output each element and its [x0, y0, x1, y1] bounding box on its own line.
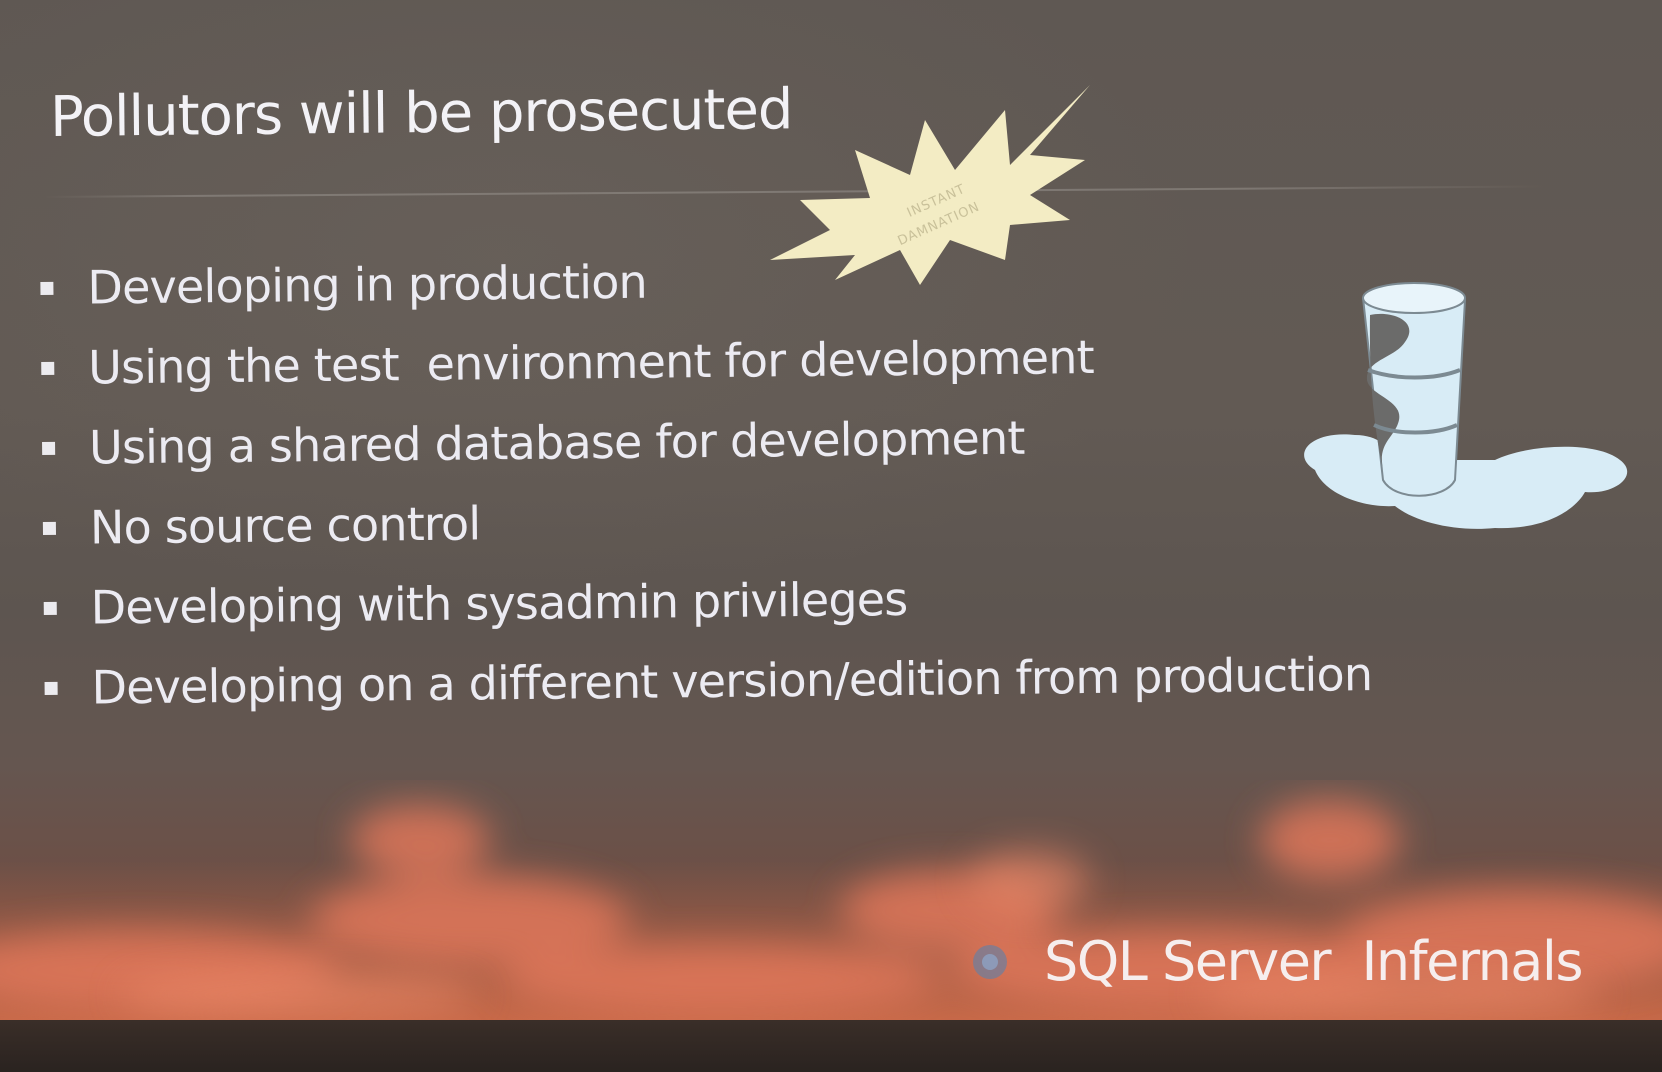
- bullet-text: Using the test environment for developme…: [87, 329, 1095, 395]
- brand-logo-icon: [973, 944, 1007, 979]
- spilled-barrel-icon: [1304, 282, 1628, 529]
- square-bullet-icon: [40, 281, 54, 295]
- square-bullet-icon: [41, 361, 55, 375]
- list-item: Developing with sysadmin privileges: [43, 554, 1371, 648]
- square-bullet-icon: [44, 681, 58, 695]
- bullet-list: Developing in production Using the test …: [40, 234, 1373, 728]
- square-bullet-icon: [43, 601, 57, 615]
- square-bullet-icon: [42, 441, 56, 455]
- list-item: No source control: [42, 474, 1371, 568]
- bullet-text: Developing with sysadmin privileges: [90, 571, 908, 635]
- screen-bottom-edge: [0, 1020, 1662, 1072]
- slide-title: Pollutors will be prosecuted: [49, 77, 793, 150]
- bullet-text: Developing on a different version/editio…: [91, 647, 1373, 715]
- list-item: Using a shared database for development: [42, 394, 1370, 488]
- list-item: Developing on a different version/editio…: [44, 634, 1372, 728]
- bullet-text: Developing in production: [87, 254, 648, 315]
- brand-footer: SQL Server Infernals: [970, 930, 1584, 993]
- bullet-text: No source control: [89, 496, 481, 555]
- brand-name: SQL Server Infernals: [1044, 930, 1584, 993]
- presentation-slide: Pollutors will be prosecuted INSTANT DAM…: [0, 0, 1662, 1020]
- square-bullet-icon: [42, 521, 56, 535]
- bullet-text: Using a shared database for development: [88, 410, 1025, 475]
- list-item: Developing in production: [40, 234, 1368, 328]
- list-item: Using the test environment for developme…: [41, 314, 1369, 408]
